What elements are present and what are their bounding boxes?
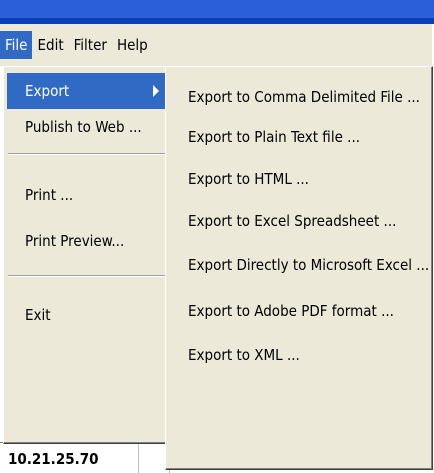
menu-item-export-html[interactable]: Export to HTML ... <box>172 159 422 199</box>
menu-item-label: Exit <box>25 306 51 324</box>
menu-item-label: Export to Excel Spreadsheet ... <box>188 212 397 230</box>
submenu-arrow-icon <box>153 85 159 97</box>
file-menu: Export Publish to Web ... Print ... Prin… <box>3 66 175 444</box>
menu-item-label: Export to XML ... <box>188 346 300 364</box>
menu-item-label: Export to Comma Delimited File ... <box>188 88 420 106</box>
export-submenu: Export to Comma Delimited File ... Expor… <box>165 66 433 470</box>
menu-item-exit[interactable]: Exit <box>7 297 167 333</box>
menu-item-label: Export to HTML ... <box>188 170 309 188</box>
menu-item-label: Print Preview... <box>25 232 125 250</box>
menu-separator <box>8 153 170 155</box>
table-cell[interactable]: 10.21.25.70 <box>0 442 139 473</box>
menu-item-export[interactable]: Export <box>7 73 167 109</box>
menu-item-publish-to-web[interactable]: Publish to Web ... <box>7 109 167 145</box>
menu-item-export-pdf[interactable]: Export to Adobe PDF format ... <box>172 291 422 331</box>
menu-item-export-excel[interactable]: Export to Excel Spreadsheet ... <box>172 201 422 241</box>
menu-item-export-csv[interactable]: Export to Comma Delimited File ... <box>172 77 422 117</box>
menu-item-label: Publish to Web ... <box>25 118 142 136</box>
menu-item-label: Print ... <box>25 186 74 204</box>
menu-item-export-xml[interactable]: Export to XML ... <box>172 335 422 375</box>
menu-item-print[interactable]: Print ... <box>7 177 167 213</box>
menu-help[interactable]: Help <box>112 31 153 59</box>
menu-edit[interactable]: Edit <box>32 31 68 59</box>
menu-item-label: Export to Plain Text file ... <box>188 128 361 146</box>
window-titlebar <box>0 0 434 18</box>
menu-filter[interactable]: Filter <box>69 31 112 59</box>
menu-separator <box>8 275 170 277</box>
menu-item-export-text[interactable]: Export to Plain Text file ... <box>172 117 422 157</box>
menu-bar: File Edit Filter Help <box>0 24 434 67</box>
menu-item-label: Export to Adobe PDF format ... <box>188 302 394 320</box>
menu-item-print-preview[interactable]: Print Preview... <box>7 223 167 259</box>
menu-item-export-direct-excel[interactable]: Export Directly to Microsoft Excel ... <box>172 245 429 285</box>
cell-value: 10.21.25.70 <box>8 450 99 468</box>
menu-item-label: Export <box>25 82 70 100</box>
menu-file[interactable]: File <box>0 31 33 59</box>
menu-item-label: Export Directly to Microsoft Excel ... <box>188 256 430 274</box>
